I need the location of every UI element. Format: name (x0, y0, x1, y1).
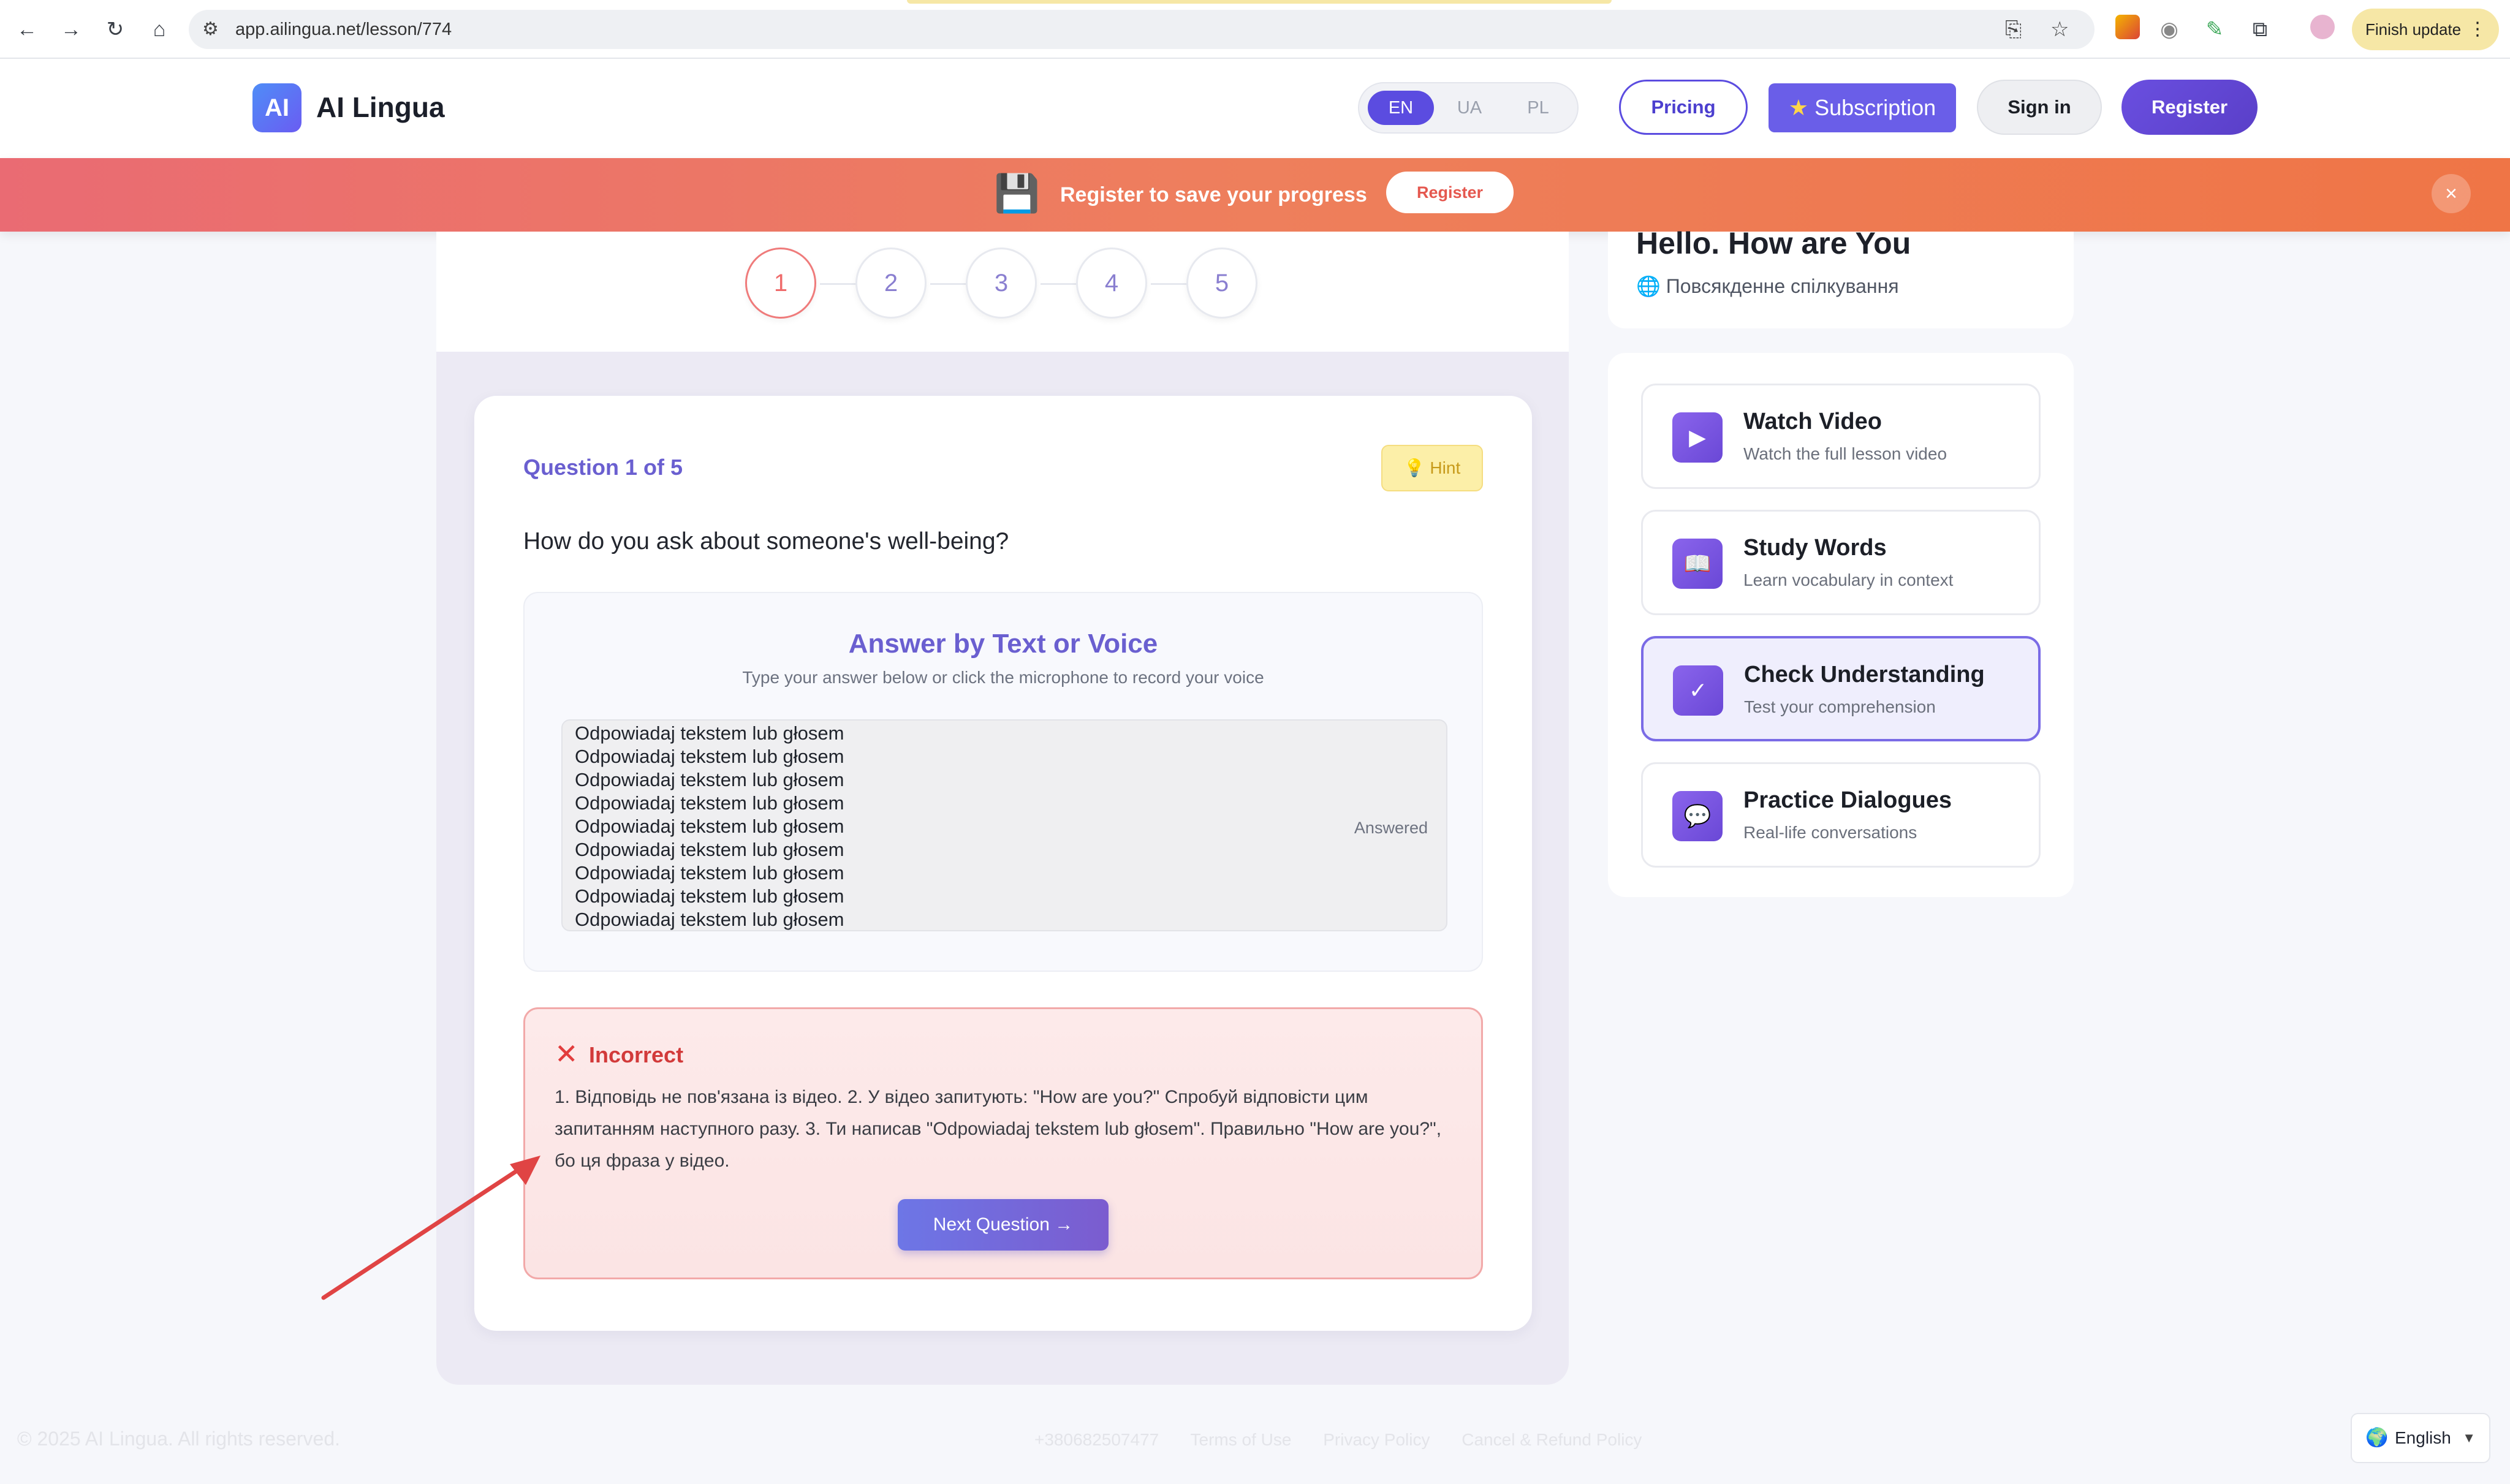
logo-icon[interactable]: AI (252, 83, 301, 132)
answer-text: Odpowiadaj tekstem lub głosem Odpowiadaj… (575, 722, 844, 930)
reload-icon[interactable]: ↻ (100, 15, 130, 44)
lang-option-ua[interactable]: UA (1436, 91, 1503, 125)
finish-update-button[interactable]: Finish update ⋮ (2352, 9, 2499, 50)
update-indicator (907, 0, 1612, 4)
banner-message: Register to save your progress (1060, 183, 1367, 206)
lang-option-en[interactable]: EN (1368, 91, 1434, 125)
step-5[interactable]: 5 (1186, 248, 1257, 319)
question-counter: Question 1 of 5 (523, 455, 683, 480)
step-2[interactable]: 2 (855, 248, 927, 319)
install-icon[interactable]: ⎘ (2005, 17, 2022, 42)
banner-register-button[interactable]: Register (1386, 172, 1514, 213)
nav-description: Real-life conversations (1743, 823, 1917, 842)
feedback-panel: ✕ Incorrect 1. Відповідь не пов'язана із… (523, 1007, 1483, 1279)
nav-title: Practice Dialogues (1743, 787, 1952, 813)
subscription-button[interactable]: ★ Subscription (1769, 83, 1956, 132)
globe-icon: 🌍 (2365, 1428, 2389, 1448)
language-switcher: EN UA PL (1358, 82, 1579, 134)
question-card: Question 1 of 5 💡 Hint How do you ask ab… (474, 396, 1532, 1331)
pen-extension-icon[interactable]: ✎ (2200, 15, 2229, 44)
footer-terms-link[interactable]: Terms of Use (1191, 1430, 1292, 1449)
nav-title: Watch Video (1743, 409, 1882, 434)
chat-bubble-icon: 💬 (1672, 791, 1723, 841)
url-text[interactable]: app.ailingua.net/lesson/774 (235, 18, 452, 40)
nav-watch-video[interactable]: ▶ Watch Video Watch the full lesson vide… (1641, 384, 2041, 489)
answer-textarea[interactable]: Odpowiadaj tekstem lub głosem Odpowiadaj… (561, 719, 1447, 931)
back-icon[interactable]: ← (12, 15, 42, 44)
feedback-text: 1. Відповідь не пов'язана із відео. 2. У… (555, 1087, 1442, 1171)
checkmark-icon: ✓ (1673, 665, 1723, 716)
subscription-label: Subscription (1814, 95, 1936, 120)
language-label: English (2395, 1428, 2451, 1447)
question-stepper: 1 2 3 4 5 (436, 232, 1569, 352)
site-info-icon[interactable]: ⚙ (202, 18, 219, 40)
error-x-icon: ✕ (555, 1038, 578, 1070)
register-banner: 💾 Register to save your progress Registe… (0, 158, 2510, 232)
lesson-info-card: Hello. How are You 🌐 Повсякденне спілкув… (1608, 226, 2074, 328)
nav-check-understanding[interactable]: ✓ Check Understanding Test your comprehe… (1641, 636, 2041, 741)
footer-language-select[interactable]: 🌍 English ▼ (2351, 1413, 2490, 1463)
pricing-button[interactable]: Pricing (1619, 80, 1748, 135)
globe-icon: 🌐 (1636, 275, 1661, 297)
lesson-steps-panel: ▶ Watch Video Watch the full lesson vide… (1608, 353, 2074, 897)
menu-dots-icon: ⋮ (2468, 19, 2487, 39)
feedback-title: Incorrect (589, 1042, 684, 1067)
nav-study-words[interactable]: 📖 Study Words Learn vocabulary in contex… (1641, 510, 2041, 615)
browser-toolbar: ← → ↻ ⌂ ⚙ app.ailingua.net/lesson/774 ⎘ … (0, 0, 2510, 59)
logo-text[interactable]: AI Lingua (316, 91, 445, 124)
lesson-topic-label: Повсякденне спілкування (1666, 275, 1899, 297)
sign-in-button[interactable]: Sign in (1977, 80, 2102, 135)
answer-panel: Answer by Text or Voice Type your answer… (523, 592, 1483, 972)
finish-update-label: Finish update (2365, 20, 2462, 39)
forward-icon[interactable]: → (56, 15, 86, 44)
footer-refund-link[interactable]: Cancel & Refund Policy (1462, 1430, 1642, 1449)
step-4[interactable]: 4 (1076, 248, 1147, 319)
nav-description: Watch the full lesson video (1743, 444, 1947, 463)
step-3[interactable]: 3 (966, 248, 1037, 319)
nav-practice-dialogues[interactable]: 💬 Practice Dialogues Real-life conversat… (1641, 762, 2041, 868)
register-button[interactable]: Register (2121, 80, 2258, 135)
app-header: AI AI Lingua EN UA PL Pricing ★ Subscrip… (0, 59, 2510, 158)
annotation-arrow (321, 1156, 540, 1300)
next-question-button[interactable]: Next Question → (898, 1199, 1109, 1251)
hint-button[interactable]: 💡 Hint (1381, 445, 1483, 491)
puzzle-icon[interactable]: ⧉ (2245, 15, 2275, 44)
extension-icon[interactable] (2115, 15, 2140, 39)
floppy-disk-icon: 💾 (994, 173, 1040, 214)
lesson-topic: 🌐 Повсякденне спілкування (1636, 274, 1899, 298)
step-1[interactable]: 1 (745, 248, 816, 319)
profile-avatar[interactable] (2310, 15, 2335, 39)
question-text: How do you ask about someone's well-bein… (523, 528, 1009, 555)
lesson-title: Hello. How are You (1636, 226, 1911, 260)
footer-phone-link[interactable]: +380682507477 (1034, 1430, 1159, 1449)
bookmark-star-icon[interactable]: ☆ (2050, 17, 2069, 42)
footer-links: +380682507477 Terms of Use Privacy Polic… (1034, 1430, 1669, 1450)
answered-status: Answered (1354, 819, 1428, 837)
nav-title: Study Words (1743, 535, 1887, 561)
footer-privacy-link[interactable]: Privacy Policy (1323, 1430, 1430, 1449)
book-icon: 📖 (1672, 539, 1723, 589)
camera-icon[interactable]: ◉ (2155, 15, 2184, 44)
star-icon: ★ (1788, 95, 1809, 120)
address-bar[interactable]: ⚙ app.ailingua.net/lesson/774 ⎘ ☆ (189, 10, 2095, 49)
nav-description: Test your comprehension (1744, 697, 1936, 716)
play-icon: ▶ (1672, 412, 1723, 463)
footer-copyright: © 2025 AI Lingua. All rights reserved. (17, 1428, 340, 1450)
answer-subtitle: Type your answer below or click the micr… (742, 668, 1264, 687)
nav-title: Check Understanding (1744, 662, 1985, 687)
answer-title: Answer by Text or Voice (848, 629, 1158, 659)
chevron-down-icon: ▼ (2462, 1430, 2476, 1445)
nav-description: Learn vocabulary in context (1743, 570, 1954, 589)
home-icon[interactable]: ⌂ (145, 15, 174, 44)
close-icon[interactable]: × (2432, 174, 2471, 213)
lang-option-pl[interactable]: PL (1505, 91, 1571, 125)
